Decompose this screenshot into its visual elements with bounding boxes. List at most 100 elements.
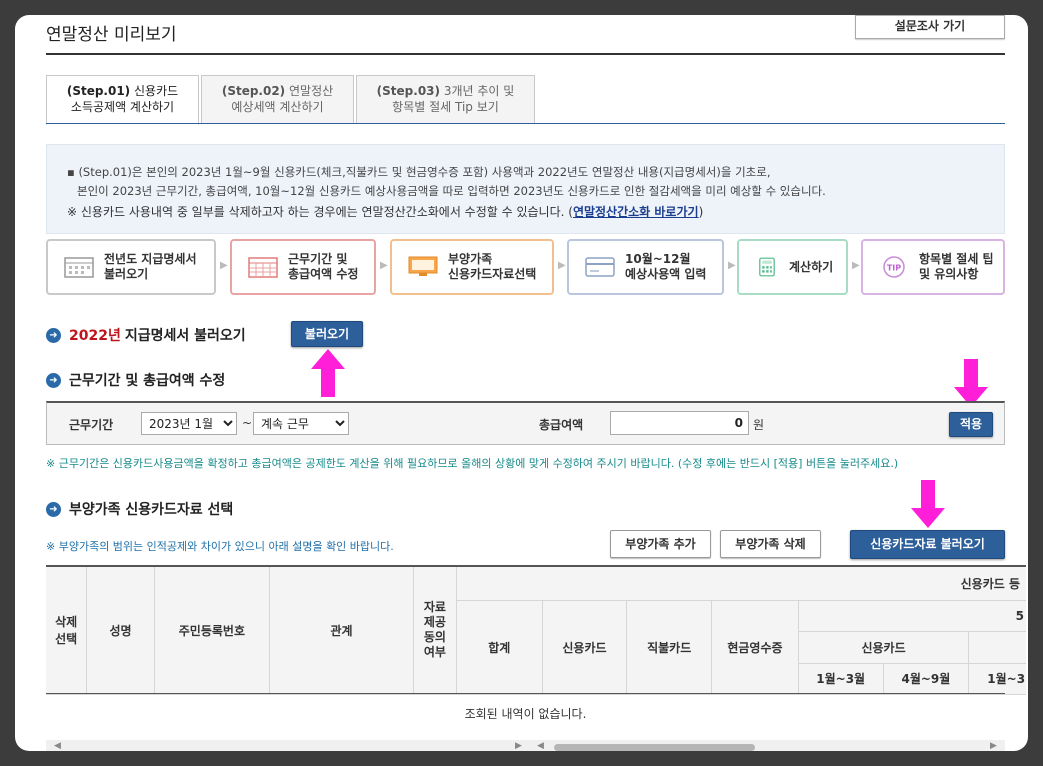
col-select-l2: 선택 <box>55 632 78 647</box>
step-5-text: 계산하기 <box>789 259 834 274</box>
chevron-right-icon: ▶ <box>852 260 860 271</box>
step-period-salary: 근무기간 및 총급여액 수정 <box>230 239 376 295</box>
period-salary-form: 근무기간 2023년 1월 ~ 계속 근무 총급여액 0 원 적용 <box>46 401 1005 445</box>
info-note-prefix: ※ 신용카드 사용내역 중 일부를 삭제하고자 하는 경우에는 연말정산간소화에… <box>67 205 573 219</box>
step-1-line2: 불러오기 <box>104 267 149 281</box>
chevron-right-icon: ▶ <box>558 260 566 271</box>
period-label: 근무기간 <box>69 418 114 432</box>
app-window: 연말정산 미리보기 설문조사 가기 (Step.01) 신용카드 소득공제액 계… <box>15 15 1028 751</box>
col-consent: 자료 제공 동의 여부 <box>412 565 457 695</box>
col-name: 성명 <box>86 565 155 695</box>
step-1-line1: 전년도 지급명세서 <box>104 252 197 266</box>
horizontal-scrollbar[interactable]: ◀ ▶ ◀ ▶ <box>46 740 1005 751</box>
step-4-text: 10월~12월 예상사용액 입력 <box>625 252 706 282</box>
period-start-select[interactable]: 2023년 1월 <box>141 412 237 435</box>
step-3-line1: 부양가족 <box>448 252 493 266</box>
simplified-service-link[interactable]: 연말정산간소화 바로가기 <box>573 205 699 219</box>
scroll-left-icon[interactable]: ◀ <box>537 741 544 751</box>
col-sub-blank <box>968 630 1026 664</box>
calendar-icon <box>64 257 94 278</box>
tab-step1-line1: 신용카드 <box>134 84 179 98</box>
chevron-right-icon: ▶ <box>220 260 228 271</box>
section-year: 2022년 <box>69 328 121 344</box>
col-total: 합계 <box>455 599 543 695</box>
add-dependent-button[interactable]: 부양가족 추가 <box>610 530 711 558</box>
tab-step3-step: (Step.03) <box>376 84 441 98</box>
step-6-line2: 및 유의사항 <box>919 267 979 281</box>
info-note-suffix: ) <box>698 205 704 219</box>
svg-text:TIP: TIP <box>887 264 901 273</box>
calendar-grid-icon <box>248 257 278 278</box>
tab-step2-line2: 예상세액 계산하기 <box>231 100 324 114</box>
col-consent-l3: 동의 <box>423 630 446 645</box>
col-m1-3b: 1월~3 <box>968 662 1026 695</box>
col-cash: 현금영수증 <box>711 599 799 695</box>
load-statement-button[interactable]: 불러오기 <box>291 321 363 347</box>
step-6-line1: 항목별 절세 팁 <box>919 252 994 266</box>
arrow-circle-icon: ➜ <box>46 327 61 343</box>
delete-dependent-button[interactable]: 부양가족 삭제 <box>720 530 821 558</box>
step-expected-usage: 10월~12월 예상사용액 입력 <box>567 239 724 295</box>
step-4-line1: 10월~12월 <box>625 252 691 266</box>
load-card-data-button[interactable]: 신용카드자료 불러오기 <box>850 530 1005 559</box>
col-relation: 관계 <box>269 565 414 695</box>
chevron-right-icon: ▶ <box>380 260 388 271</box>
col-sub-group: 5 <box>797 599 1026 632</box>
step-3-text: 부양가족 신용카드자료선택 <box>448 252 536 282</box>
tab-step2-line1: 연말정산 <box>289 84 334 98</box>
col-credit: 신용카드 <box>541 599 628 695</box>
col-consent-l2: 제공 <box>423 615 446 630</box>
card-icon <box>585 257 615 277</box>
col-select-l1: 삭제 <box>55 615 78 630</box>
dependents-note: ※ 부양가족의 범위는 인적공제와 차이가 있으니 아래 설명을 확인 바랍니다… <box>46 540 394 553</box>
title-divider <box>46 53 1005 55</box>
tip-icon: TIP <box>883 256 905 278</box>
info-note: ※ 신용카드 사용내역 중 일부를 삭제하고자 하는 경우에는 연말정산간소화에… <box>67 203 1004 222</box>
page-title: 연말정산 미리보기 <box>46 25 177 45</box>
tab-step3-line2: 항목별 절세 Tip 보기 <box>392 100 499 114</box>
info-line-2: 본인이 2023년 근무기간, 총급여액, 10월~12월 신용카드 예상사용금… <box>77 184 826 198</box>
tab-step2[interactable]: (Step.02) 연말정산 예상세액 계산하기 <box>201 75 354 124</box>
step-4-line2: 예상사용액 입력 <box>625 267 707 281</box>
scroll-thumb[interactable] <box>554 744 755 751</box>
scroll-right-icon[interactable]: ▶ <box>990 741 997 751</box>
tab-step1-line2: 소득공제액 계산하기 <box>70 100 175 114</box>
tab-step3[interactable]: (Step.03) 3개년 추이 및 항목별 절세 Tip 보기 <box>356 75 535 124</box>
scroll-right-icon[interactable]: ▶ <box>515 741 522 751</box>
scroll-left-icon[interactable]: ◀ <box>54 741 61 751</box>
section-2-title: 근무기간 및 총급여액 수정 <box>69 373 226 389</box>
step-1-text: 전년도 지급명세서 불러오기 <box>104 252 197 282</box>
salary-input[interactable]: 0 <box>610 411 749 435</box>
step-2-text: 근무기간 및 총급여액 수정 <box>288 252 358 282</box>
section-dependents-title: ➜ 부양가족 신용카드자료 선택 <box>46 499 233 519</box>
period-note: ※ 근무기간은 신용카드사용금액을 확정하고 총급여액은 공제한도 계산을 위해… <box>46 457 899 470</box>
tab-step1[interactable]: (Step.01) 신용카드 소득공제액 계산하기 <box>46 75 199 125</box>
col-consent-l1: 자료 <box>423 600 446 615</box>
card-data-table: 삭제 선택 성명 주민등록번호 관계 자료 제공 동의 여부 신용카드 등 합계 신용카… <box>46 565 1026 695</box>
up-arrow-highlight-icon <box>311 349 345 397</box>
step-prev-statement: 전년도 지급명세서 불러오기 <box>46 239 216 295</box>
info-line-1: ▪ (Step.01)은 본인의 2023년 1월~9월 신용카드(체크,직불카… <box>67 165 771 179</box>
step-calculate: 계산하기 <box>737 239 848 295</box>
tab-step3-line1: 3개년 추이 및 <box>443 84 515 98</box>
col-group-card: 신용카드 등 <box>455 565 1026 601</box>
tab-step1-step: (Step.01) <box>66 84 131 98</box>
apply-button[interactable]: 적용 <box>949 412 993 437</box>
section-3-title: 부양가족 신용카드자료 선택 <box>69 502 234 518</box>
tab-underline <box>46 123 1005 124</box>
info-box: ▪ (Step.01)은 본인의 2023년 1월~9월 신용카드(체크,직불카… <box>46 144 1005 234</box>
salary-unit: 원 <box>753 418 765 432</box>
col-sub-credit: 신용카드 <box>797 630 970 664</box>
col-select: 삭제선택 <box>46 565 88 695</box>
section-load-statement-title: ➜ 2022년 지급명세서 불러오기 <box>46 325 246 345</box>
monitor-icon <box>408 256 438 276</box>
step-6-text: 항목별 절세 팁및 유의사항 <box>919 252 994 282</box>
survey-button[interactable]: 설문조사 가기 <box>855 15 1005 39</box>
period-end-select[interactable]: 계속 근무 <box>253 412 349 435</box>
col-m4-9: 4월~9월 <box>882 662 970 695</box>
calculator-icon <box>759 257 775 277</box>
period-tilde: ~ <box>242 416 253 430</box>
step-2-line2: 총급여액 수정 <box>288 267 359 281</box>
down-arrow-highlight-icon <box>954 359 988 407</box>
step-3-line2: 신용카드자료선택 <box>448 267 537 281</box>
